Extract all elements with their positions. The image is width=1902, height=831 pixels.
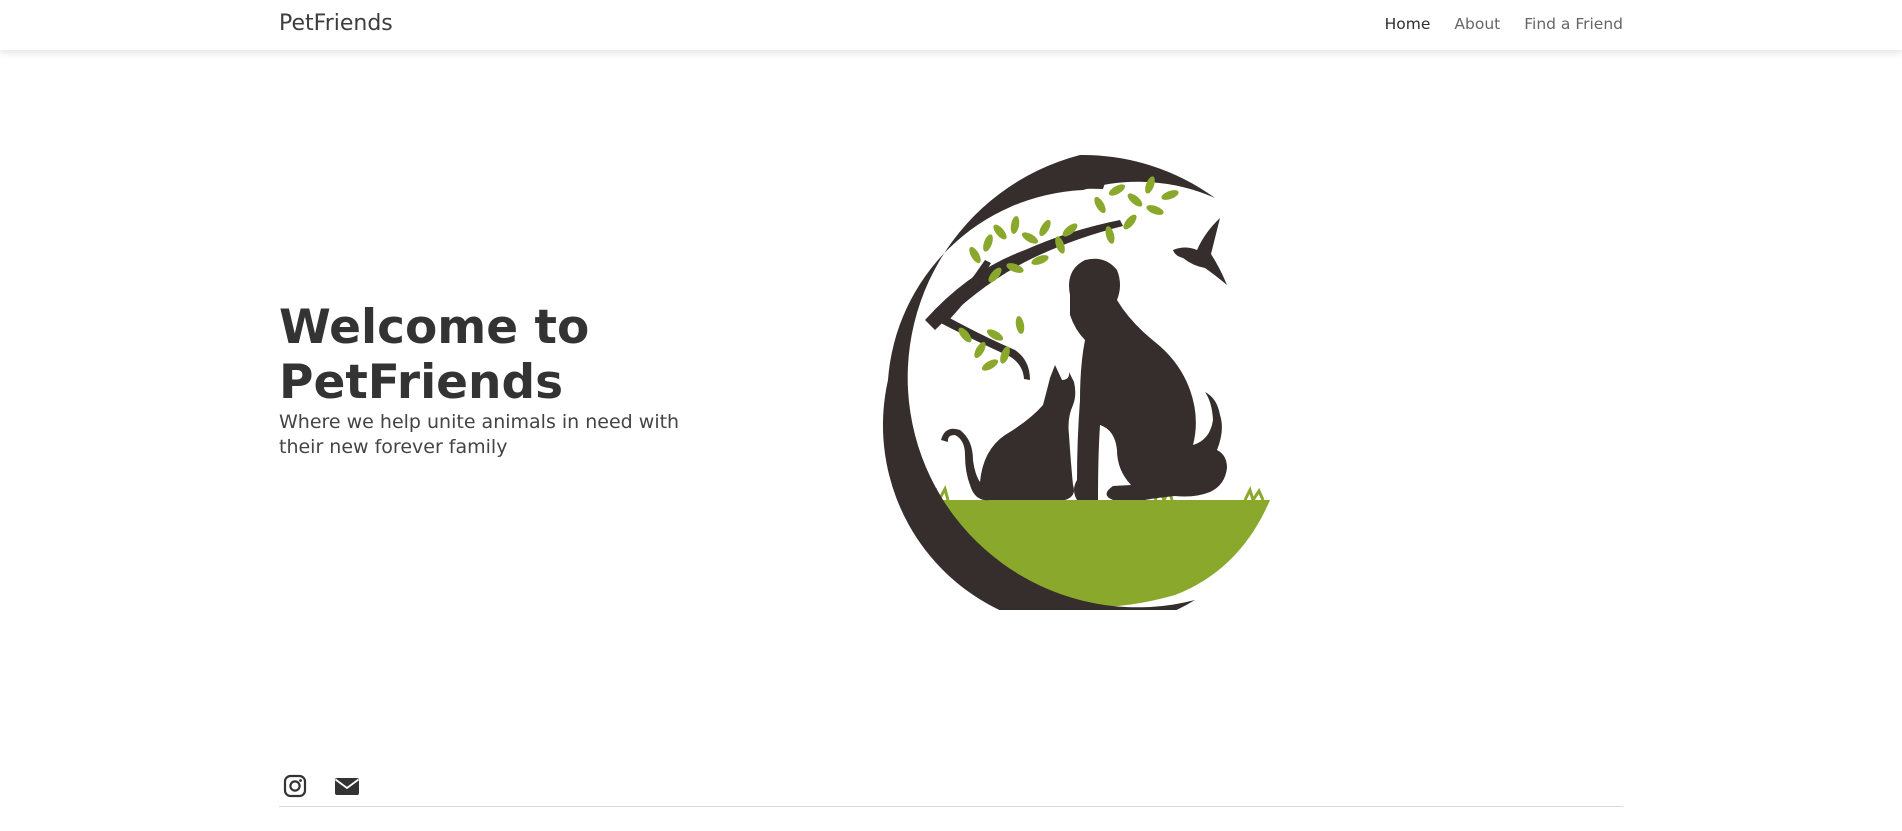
navbar: PetFriends Home About Find a Friend (0, 0, 1902, 50)
brand-link[interactable]: PetFriends (279, 11, 393, 36)
instagram-icon (283, 774, 307, 798)
email-link[interactable] (331, 770, 363, 802)
footer-divider (279, 806, 1623, 807)
logo-cat (941, 365, 1076, 501)
hero-section: Welcome to PetFriends Where we help unit… (279, 300, 719, 460)
logo-bird (1173, 218, 1227, 285)
hero-title: Welcome to PetFriends (279, 300, 590, 410)
hero-subtitle: Where we help unite animals in need with… (279, 411, 680, 458)
nav-link-find-a-friend[interactable]: Find a Friend (1524, 15, 1623, 33)
envelope-icon (334, 778, 360, 795)
nav-links: Home About Find a Friend (1385, 15, 1623, 33)
instagram-link[interactable] (279, 770, 311, 802)
petfriends-logo (882, 154, 1270, 610)
footer-social-links (279, 770, 363, 802)
nav-link-about[interactable]: About (1454, 15, 1500, 33)
nav-link-home[interactable]: Home (1385, 15, 1431, 33)
logo-dog (1069, 258, 1227, 500)
